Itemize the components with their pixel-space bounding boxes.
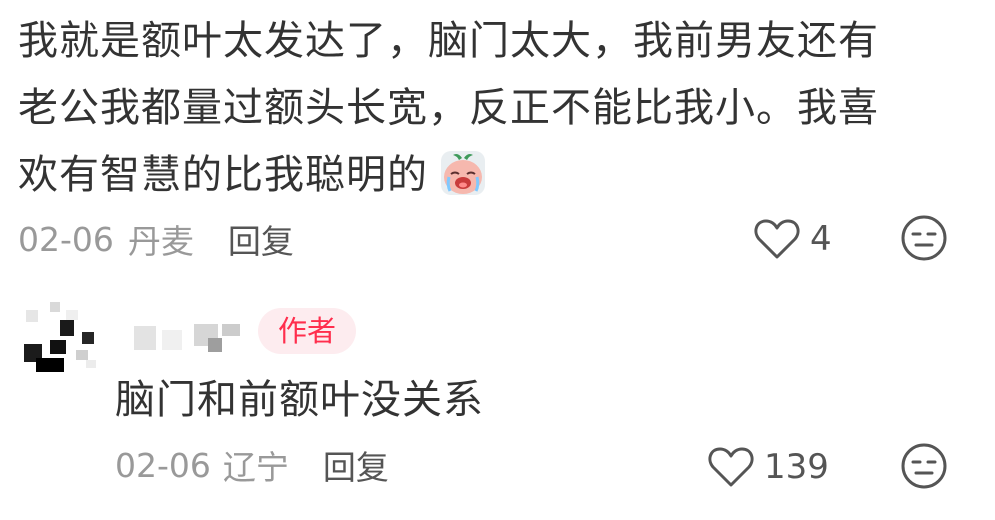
reply-avatar[interactable] (20, 296, 104, 376)
neutral-face-icon (901, 443, 947, 489)
reply-location: 辽宁 (222, 448, 289, 487)
neutral-face-icon (901, 215, 947, 261)
comment-location: 丹麦 (127, 222, 194, 261)
reply-text: 脑门和前额叶没关系 (115, 377, 484, 423)
comment-thread: 我就是额叶太发达了，脑门太大，我前男友还有 老公我都量过额头长宽，反正不能比我小… (0, 0, 995, 520)
comment-like-count: 4 (810, 219, 832, 259)
comment-like-button[interactable]: 4 (754, 214, 832, 264)
reply-like-count: 139 (764, 447, 829, 487)
comment-line-3: 欢有智慧的比我聪明的 (18, 152, 428, 198)
comment-line-1: 我就是额叶太发达了，脑门太大，我前男友还有 (18, 18, 879, 64)
reply-meta: 02-06 辽宁 回复 (115, 440, 389, 490)
comment-reaction-button[interactable] (900, 214, 948, 266)
reply-date: 02-06 (115, 445, 211, 485)
reply-reply-button[interactable]: 回复 (323, 441, 389, 489)
heart-outline-icon (708, 447, 754, 487)
comment-date: 02-06 (18, 219, 114, 259)
reply-reaction-button[interactable] (900, 442, 948, 494)
comment-text: 我就是额叶太发达了，脑门太大，我前男友还有 老公我都量过额头长宽，反正不能比我小… (18, 8, 948, 217)
comment-meta: 02-06 丹麦 回复 (18, 214, 294, 264)
author-badge: 作者 (258, 308, 356, 354)
crying-face-emoji-icon (440, 150, 486, 217)
reply-like-button[interactable]: 139 (708, 442, 829, 492)
reply-username[interactable] (134, 320, 244, 354)
comment-line-2: 老公我都量过额头长宽，反正不能比我小。我喜 (18, 85, 879, 131)
heart-outline-icon (754, 219, 800, 259)
comment-reply-button[interactable]: 回复 (228, 215, 294, 263)
